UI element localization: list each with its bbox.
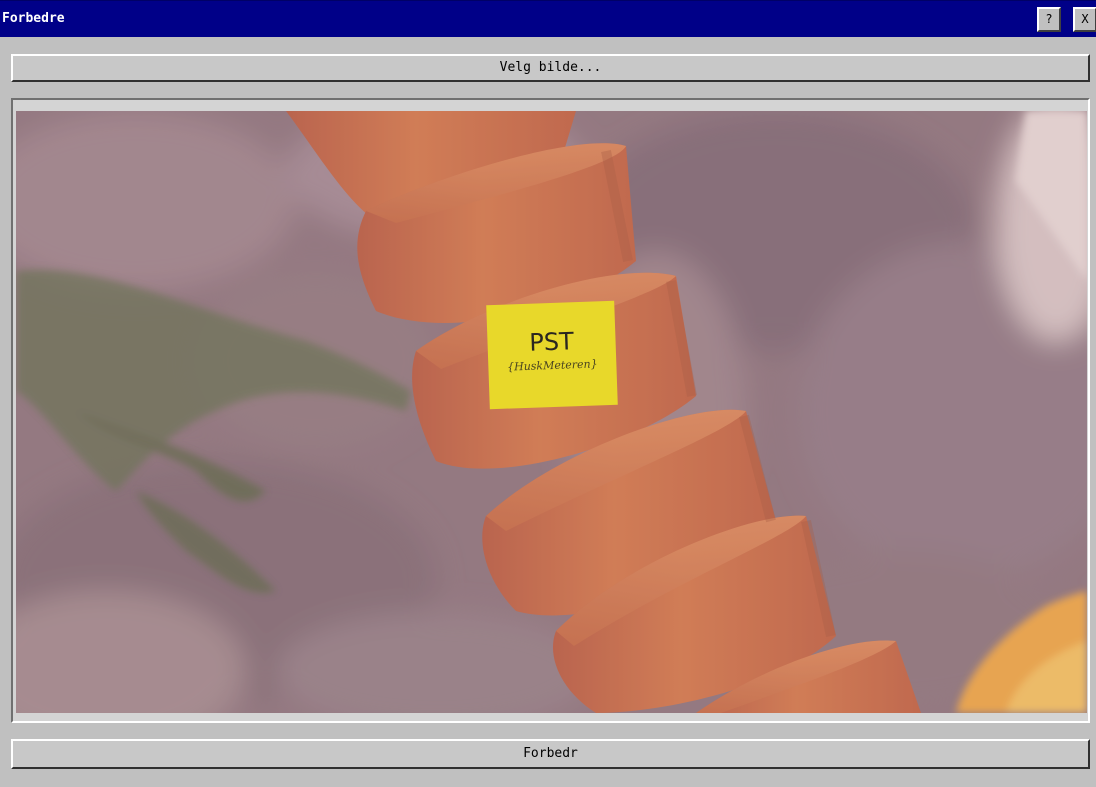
enhance-window: Forbedre ? X Velg bilde... PST {HuskMete… [0,0,1096,787]
title-bar[interactable]: Forbedre ? X [0,0,1096,37]
improve-button[interactable]: Forbedr [11,739,1090,769]
help-button[interactable]: ? [1037,7,1061,32]
close-button[interactable]: X [1073,7,1096,32]
window-title: Forbedre [2,11,65,26]
preview-image: PST {HuskMeteren} [16,111,1087,713]
choose-image-button[interactable]: Velg bilde... [11,54,1090,82]
sticky-note-title: PST [529,327,575,357]
sticky-note: PST {HuskMeteren} [486,300,618,410]
image-preview-frame: PST {HuskMeteren} [11,98,1090,723]
